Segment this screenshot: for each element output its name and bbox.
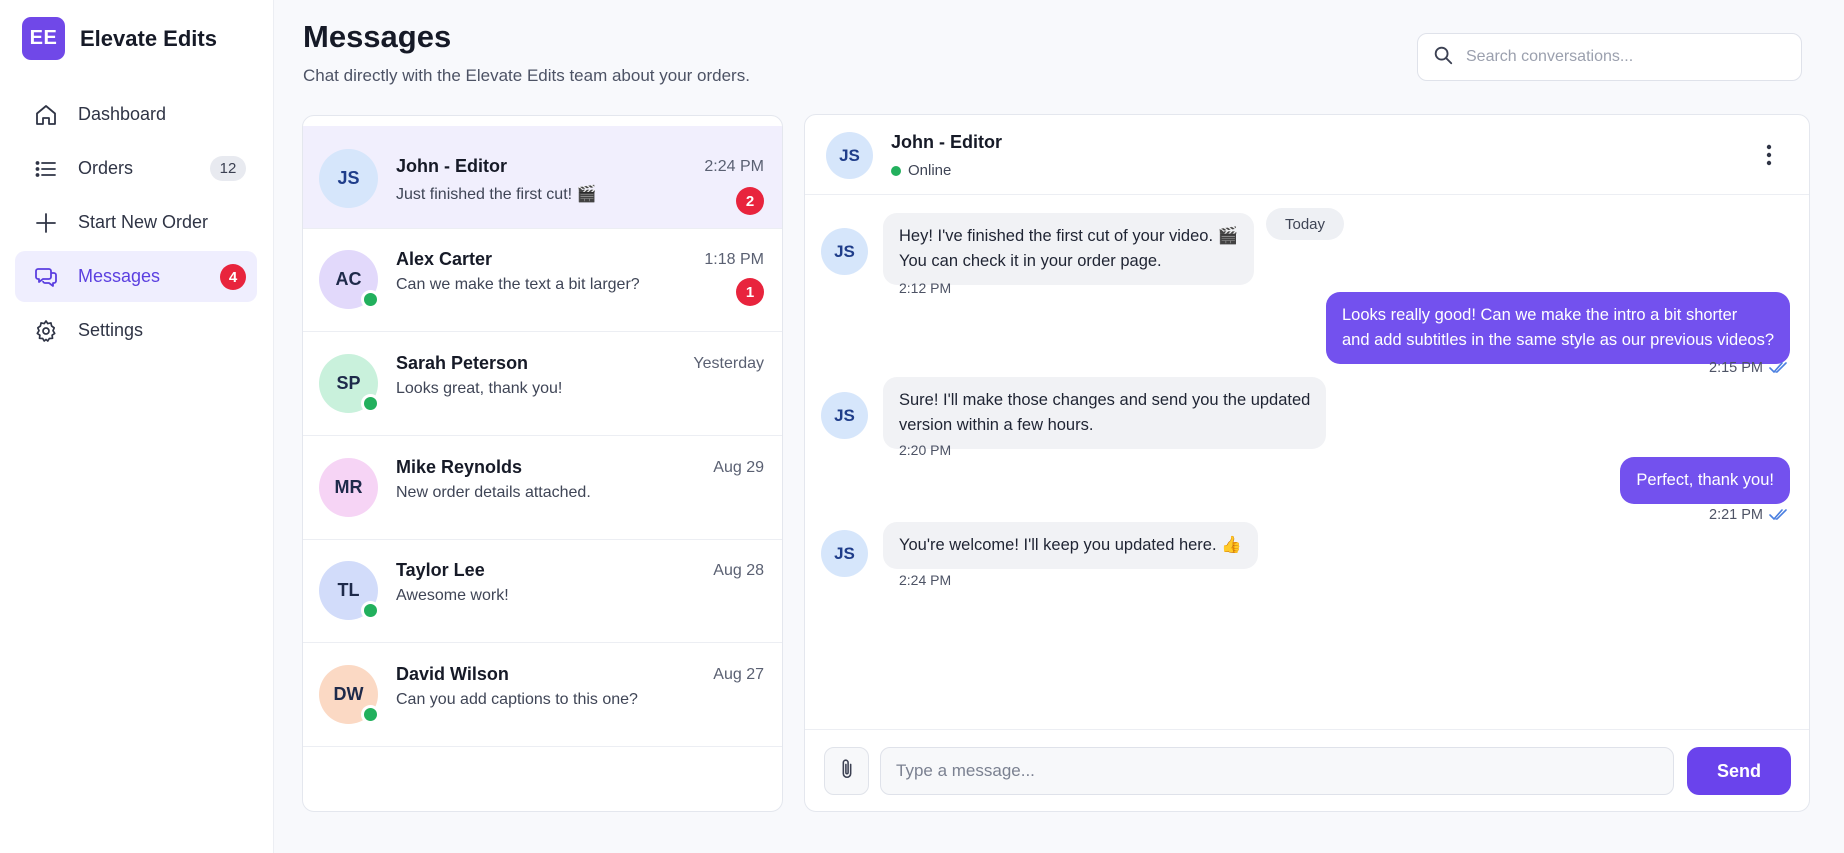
send-button[interactable]: Send (1687, 747, 1791, 795)
avatar: JS (821, 228, 868, 275)
search-box (1417, 33, 1802, 81)
conversation-time: Aug 29 (713, 459, 764, 476)
conversation-time: 1:18 PM (704, 251, 764, 268)
search-icon (1432, 44, 1454, 71)
gear-icon (33, 318, 59, 344)
message-bubble-outgoing: Looks really good! Can we make the intro… (1326, 292, 1790, 364)
sidebar-item-start-new-order[interactable]: Start New Order (15, 197, 257, 248)
conversation-preview: Can you add captions to this one? (396, 691, 638, 708)
chat-panel: JS John - Editor Online Today JS Hey! I'… (804, 114, 1810, 812)
message-time: 2:12 PM (899, 280, 952, 296)
avatar: JS (826, 132, 873, 179)
conversation-name: Alex Carter (396, 249, 493, 269)
message-time: 2:15 PM (1709, 360, 1789, 376)
message-time: 2:24 PM (899, 572, 952, 588)
unread-badge: 2 (736, 187, 764, 215)
message-bubble-incoming: You're welcome! I'll keep you updated he… (883, 522, 1258, 569)
sidebar-item-label: Settings (78, 320, 144, 340)
home-icon (33, 102, 59, 128)
conversation-time: Aug 27 (713, 666, 764, 683)
message-time: 2:21 PM (1709, 507, 1789, 523)
online-indicator (361, 394, 380, 413)
conversation-item[interactable]: JS John - Editor 2:24 PM Just finished t… (303, 126, 782, 229)
message-bubble-incoming: Sure! I'll make those changes and send y… (883, 377, 1327, 449)
messages-unread-badge: 4 (220, 264, 246, 290)
conversation-item[interactable]: SP Sarah Peterson Yesterday Looks great,… (303, 333, 782, 436)
orders-count-badge: 12 (210, 156, 246, 181)
avatar: JS (319, 149, 378, 208)
conversation-item[interactable]: MR Mike Reynolds Aug 29 New order detail… (303, 437, 782, 540)
avatar: JS (821, 530, 868, 577)
conversation-preview: New order details attached. (396, 484, 591, 501)
plus-icon (33, 210, 59, 236)
conversation-preview: Can we make the text a bit larger? (396, 276, 640, 293)
sidebar: EE Elevate Edits Dashboard Orders 12 Sta… (0, 0, 274, 853)
sidebar-item-label: Dashboard (78, 104, 167, 124)
paperclip-icon (838, 758, 856, 785)
sidebar-nav: Dashboard Orders 12 Start New Order Mess… (15, 89, 257, 359)
brand-logo: EE (22, 17, 65, 60)
conversation-name: Taylor Lee (396, 560, 485, 580)
conversation-item[interactable]: DW David Wilson Aug 27 Can you add capti… (303, 644, 782, 747)
list-icon (33, 156, 59, 182)
sidebar-item-messages[interactable]: Messages 4 (15, 251, 257, 302)
message-composer: Send (805, 729, 1809, 811)
chat-status: Online (891, 162, 951, 179)
chat-icon (33, 264, 59, 290)
page-title: Messages (303, 19, 452, 54)
avatar: DW (319, 665, 380, 724)
avatar: JS (821, 392, 868, 439)
conversation-preview: Awesome work! (396, 587, 509, 604)
online-indicator (361, 601, 380, 620)
message-time: 2:20 PM (899, 442, 952, 458)
conversation-name: John - Editor (396, 156, 507, 176)
conversation-time: Aug 28 (713, 562, 764, 579)
conversation-time: 2:24 PM (704, 158, 764, 175)
brand-name: Elevate Edits (80, 25, 217, 51)
read-receipt-icon (1769, 362, 1787, 374)
brand[interactable]: EE Elevate Edits (22, 17, 217, 60)
conversation-item[interactable]: TL Taylor Lee Aug 28 Awesome work! (303, 540, 782, 643)
search-input[interactable] (1466, 48, 1786, 66)
avatar: AC (319, 250, 380, 309)
conversation-name: Mike Reynolds (396, 457, 523, 477)
date-divider: Today (1266, 208, 1344, 240)
online-indicator (361, 290, 380, 309)
online-indicator (891, 165, 901, 176)
avatar: SP (319, 354, 380, 413)
page-subtitle: Chat directly with the Elevate Edits tea… (303, 66, 750, 85)
conversation-time: Yesterday (693, 355, 764, 372)
conversation-name: David Wilson (396, 664, 509, 684)
sidebar-item-label: Start New Order (78, 212, 209, 232)
sidebar-item-orders[interactable]: Orders 12 (15, 143, 257, 194)
conversation-name: Sarah Peterson (396, 353, 529, 373)
sidebar-item-label: Messages (78, 266, 161, 286)
message-bubble-outgoing: Perfect, thank you! (1620, 457, 1790, 504)
unread-badge: 1 (736, 278, 764, 306)
online-indicator (361, 705, 380, 724)
conversation-item[interactable]: AC Alex Carter 1:18 PM Can we make the t… (303, 229, 782, 332)
conversation-list: JS John - Editor 2:24 PM Just finished t… (302, 115, 783, 812)
avatar: MR (319, 458, 378, 517)
chat-header: JS John - Editor Online (805, 115, 1809, 195)
sidebar-item-dashboard[interactable]: Dashboard (15, 89, 257, 140)
more-options-icon[interactable] (1757, 142, 1781, 168)
attach-button[interactable] (824, 747, 869, 795)
conversation-preview: Just finished the first cut! 🎬 (396, 186, 597, 203)
message-bubble-incoming: Hey! I've finished the first cut of your… (883, 213, 1255, 285)
read-receipt-icon (1769, 509, 1787, 521)
chat-contact-name: John - Editor (891, 132, 1002, 152)
sidebar-item-settings[interactable]: Settings (15, 305, 257, 356)
sidebar-item-label: Orders (78, 158, 134, 178)
avatar: TL (319, 561, 380, 620)
conversation-preview: Looks great, thank you! (396, 380, 563, 397)
message-input[interactable] (880, 747, 1674, 795)
